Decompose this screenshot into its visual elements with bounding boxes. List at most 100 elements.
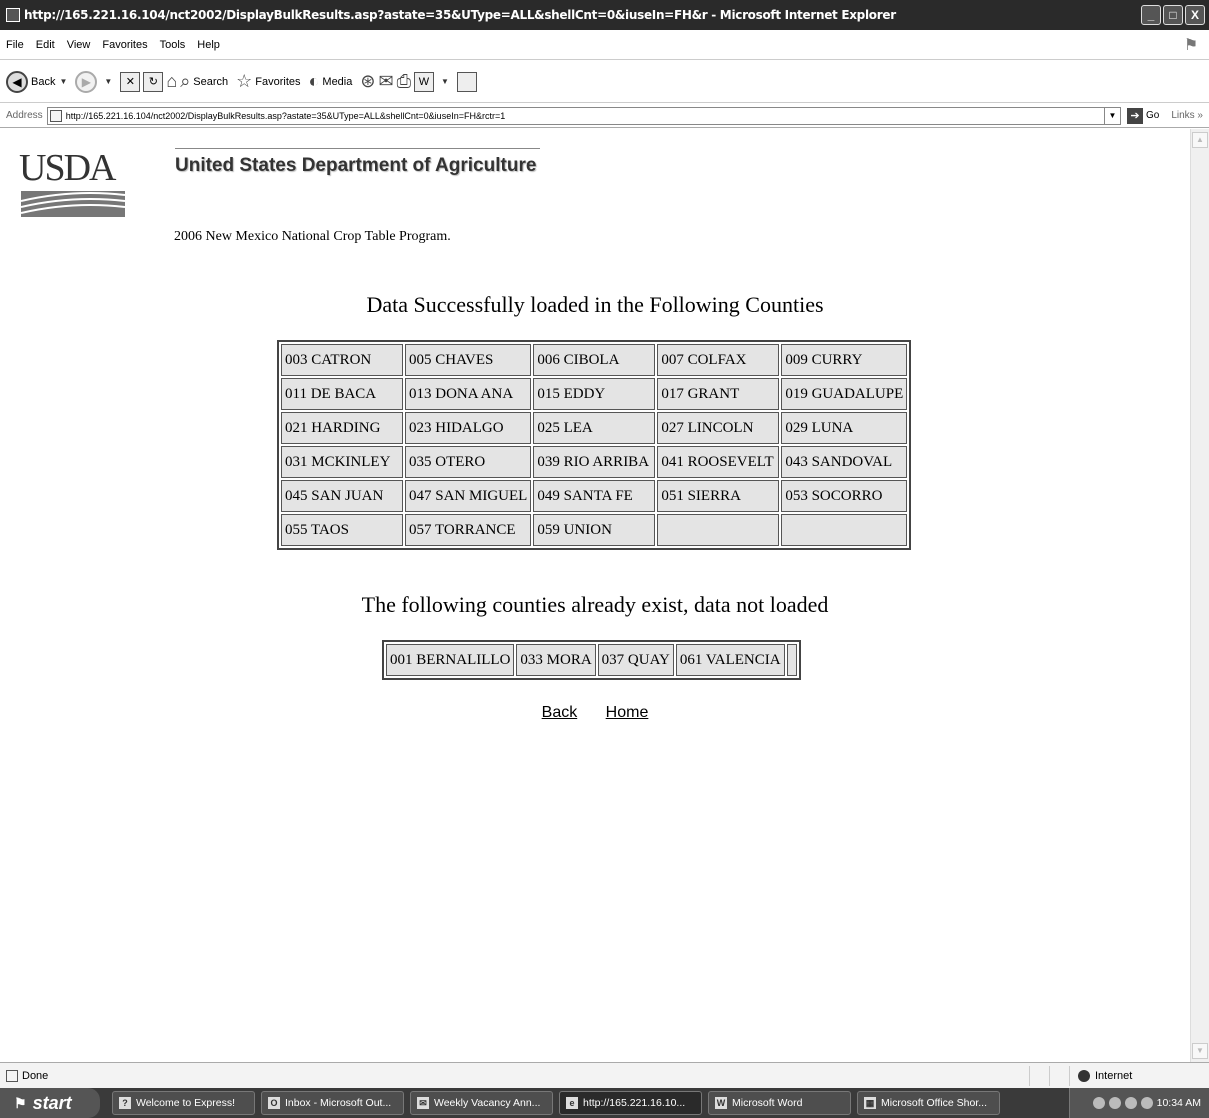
done-page-icon	[6, 1069, 18, 1082]
page-content: USDA United States Department of Agricul…	[0, 129, 1190, 1062]
table-row: 001 BERNALILLO 033 MORA 037 QUAY 061 VAL…	[386, 644, 797, 676]
scroll-up-icon[interactable]: ▲	[1192, 132, 1208, 148]
start-button[interactable]: ⚑ start	[0, 1088, 100, 1118]
clock[interactable]: 10:34 AM	[1157, 1097, 1201, 1109]
county-cell: 061 VALENCIA	[675, 644, 785, 676]
table-row: 011 DE BACA 013 DONA ANA 015 EDDY 017 GR…	[281, 378, 908, 410]
favorites-button[interactable]: ☆ Favorites	[236, 71, 300, 92]
address-label: Address	[6, 110, 43, 121]
home-link[interactable]: Home	[606, 704, 649, 721]
table-row: 031 MCKINLEY 035 OTERO 039 RIO ARRIBA 04…	[281, 446, 908, 478]
home-icon[interactable]: ⌂	[166, 71, 177, 92]
status-text: Done	[22, 1069, 49, 1082]
menu-edit[interactable]: Edit	[36, 39, 55, 51]
existing-counties-table-wrap: 001 BERNALILLO 033 MORA 037 QUAY 061 VAL…	[382, 640, 801, 680]
minimize-button[interactable]: _	[1141, 5, 1161, 25]
edit-dropdown-icon[interactable]: ▼	[441, 77, 449, 86]
county-cell: 003 CATRON	[281, 344, 403, 376]
task-label: Microsoft Word	[732, 1097, 803, 1109]
outlook-icon: O	[268, 1097, 280, 1109]
agency-banner: United States Department of Agriculture	[175, 148, 540, 177]
edit-word-icon[interactable]: W	[413, 71, 434, 92]
search-button-label: Search	[193, 75, 229, 88]
county-cell: 043 SANDOVAL	[781, 446, 908, 478]
vertical-scrollbar[interactable]: ▲ ▼	[1190, 129, 1209, 1062]
existing-counties-table: 001 BERNALILLO 033 MORA 037 QUAY 061 VAL…	[382, 640, 801, 680]
task-welcome-express[interactable]: ? Welcome to Express!	[112, 1091, 255, 1115]
empty-cell	[781, 514, 908, 546]
usda-swoosh-icon	[21, 191, 125, 217]
status-left: Done	[0, 1069, 1029, 1082]
tray-icon[interactable]	[1140, 1097, 1153, 1109]
usda-logo: USDA	[19, 149, 127, 217]
menu-favorites[interactable]: Favorites	[102, 39, 147, 51]
county-cell: 025 LEA	[533, 412, 656, 444]
county-cell: 045 SAN JUAN	[281, 480, 403, 512]
menu-file[interactable]: File	[6, 39, 24, 51]
back-dropdown-icon[interactable]: ▼	[59, 77, 67, 86]
table-row: 003 CATRON 005 CHAVES 006 CIBOLA 007 COL…	[281, 344, 908, 376]
ie-icon: e	[566, 1097, 578, 1109]
empty-cell	[786, 644, 797, 676]
forward-button[interactable]: ▶ ▼	[75, 70, 112, 93]
task-ie-window[interactable]: e http://165.221.16.10...	[559, 1091, 702, 1115]
mail-icon[interactable]: ✉	[378, 71, 393, 92]
security-zone: Internet	[1069, 1065, 1209, 1086]
go-arrow-icon: ➔	[1126, 107, 1143, 124]
loaded-heading: Data Successfully loaded in the Followin…	[366, 292, 824, 317]
task-weekly-vacancy[interactable]: ✉ Weekly Vacancy Ann...	[410, 1091, 553, 1115]
media-icon: ◐	[308, 71, 320, 91]
task-label: Weekly Vacancy Ann...	[434, 1097, 541, 1109]
task-microsoft-word[interactable]: W Microsoft Word	[708, 1091, 851, 1115]
task-label: Microsoft Office Shor...	[881, 1097, 988, 1109]
address-dropdown-icon[interactable]: ▼	[1104, 106, 1121, 125]
back-link[interactable]: Back	[542, 704, 578, 721]
media-button-label: Media	[322, 75, 353, 88]
task-office-shortcut[interactable]: ▦ Microsoft Office Shor...	[857, 1091, 1000, 1115]
page-nav-links: Back Home	[0, 704, 1190, 722]
links-toolbar-button[interactable]: Links »	[1171, 110, 1203, 121]
forward-dropdown-icon[interactable]: ▼	[104, 77, 112, 86]
menu-help[interactable]: Help	[197, 39, 220, 51]
search-button[interactable]: ⌕ Search	[180, 71, 228, 92]
maximize-button[interactable]: □	[1163, 5, 1183, 25]
address-bar: Address http://165.221.16.104/nct2002/Di…	[0, 104, 1209, 128]
media-button[interactable]: ◐ Media	[309, 71, 353, 92]
task-label: Inbox - Microsoft Out...	[285, 1097, 392, 1109]
back-button[interactable]: ◀ Back ▼	[6, 70, 67, 93]
county-cell: 057 TORRANCE	[405, 514, 532, 546]
task-label: Welcome to Express!	[136, 1097, 236, 1109]
tray-icon[interactable]	[1108, 1097, 1121, 1109]
menu-bar: File Edit View Favorites Tools Help ⚑	[0, 30, 1209, 60]
discuss-icon[interactable]	[456, 71, 477, 92]
go-label: Go	[1145, 110, 1160, 121]
county-cell: 005 CHAVES	[405, 344, 532, 376]
browser-toolbar: ◀ Back ▼ ▶ ▼ ✕ ↻ ⌂ ⌕ Search ☆ Favorites …	[0, 61, 1209, 103]
stop-icon[interactable]: ✕	[120, 71, 141, 92]
menu-tools[interactable]: Tools	[160, 39, 186, 51]
windows-logo-icon: ⚑	[14, 1094, 27, 1111]
table-row: 021 HARDING 023 HIDALGO 025 LEA 027 LINC…	[281, 412, 908, 444]
back-button-label: Back	[31, 75, 56, 88]
county-cell: 049 SANTA FE	[533, 480, 656, 512]
menu-view[interactable]: View	[67, 39, 91, 51]
county-cell: 029 LUNA	[781, 412, 908, 444]
scroll-down-icon[interactable]: ▼	[1192, 1043, 1208, 1059]
tray-icon[interactable]	[1124, 1097, 1137, 1109]
refresh-icon[interactable]: ↻	[143, 71, 164, 92]
task-outlook-inbox[interactable]: O Inbox - Microsoft Out...	[261, 1091, 404, 1115]
county-cell: 006 CIBOLA	[533, 344, 656, 376]
history-icon[interactable]: ⊛	[360, 71, 375, 92]
globe-icon	[1078, 1069, 1090, 1082]
favorites-button-label: Favorites	[255, 75, 301, 88]
tray-icon[interactable]	[1092, 1097, 1105, 1109]
county-cell: 031 MCKINLEY	[281, 446, 403, 478]
go-button[interactable]: ➔ Go	[1126, 107, 1160, 124]
print-icon[interactable]: ⎙	[397, 71, 411, 92]
county-cell: 039 RIO ARRIBA	[533, 446, 656, 478]
system-tray: 10:34 AM	[1069, 1088, 1209, 1118]
close-button[interactable]: X	[1185, 5, 1205, 25]
county-cell: 041 ROOSEVELT	[657, 446, 780, 478]
address-input[interactable]: http://165.221.16.104/nct2002/DisplayBul…	[46, 106, 1105, 125]
page-icon	[49, 109, 62, 122]
